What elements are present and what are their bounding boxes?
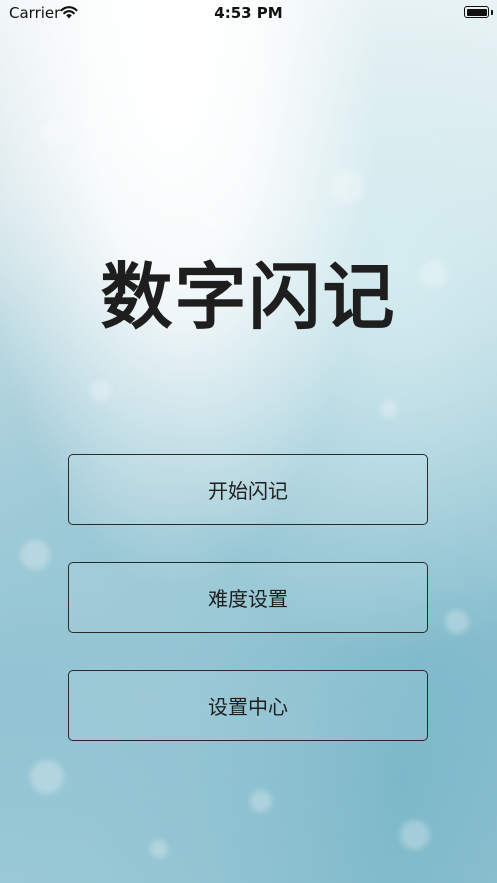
bokeh <box>30 760 64 794</box>
bokeh <box>90 380 112 402</box>
status-bar: Carrier 4:53 PM <box>0 0 497 28</box>
bokeh <box>380 400 398 418</box>
background <box>0 0 497 883</box>
difficulty-settings-button[interactable]: 难度设置 <box>68 562 428 633</box>
status-time: 4:53 PM <box>214 4 283 22</box>
battery-fill <box>466 8 487 16</box>
bokeh <box>400 820 430 850</box>
battery-tip <box>491 10 493 15</box>
bokeh <box>20 540 50 570</box>
app-title: 数字闪记 <box>100 255 397 339</box>
bokeh <box>150 840 168 858</box>
bokeh <box>445 610 469 634</box>
start-flash-button[interactable]: 开始闪记 <box>68 454 428 525</box>
battery-icon <box>464 6 489 18</box>
bokeh <box>250 790 272 812</box>
bokeh <box>330 170 364 204</box>
settings-center-button[interactable]: 设置中心 <box>68 670 428 741</box>
bokeh <box>200 210 220 230</box>
bokeh <box>40 120 66 146</box>
